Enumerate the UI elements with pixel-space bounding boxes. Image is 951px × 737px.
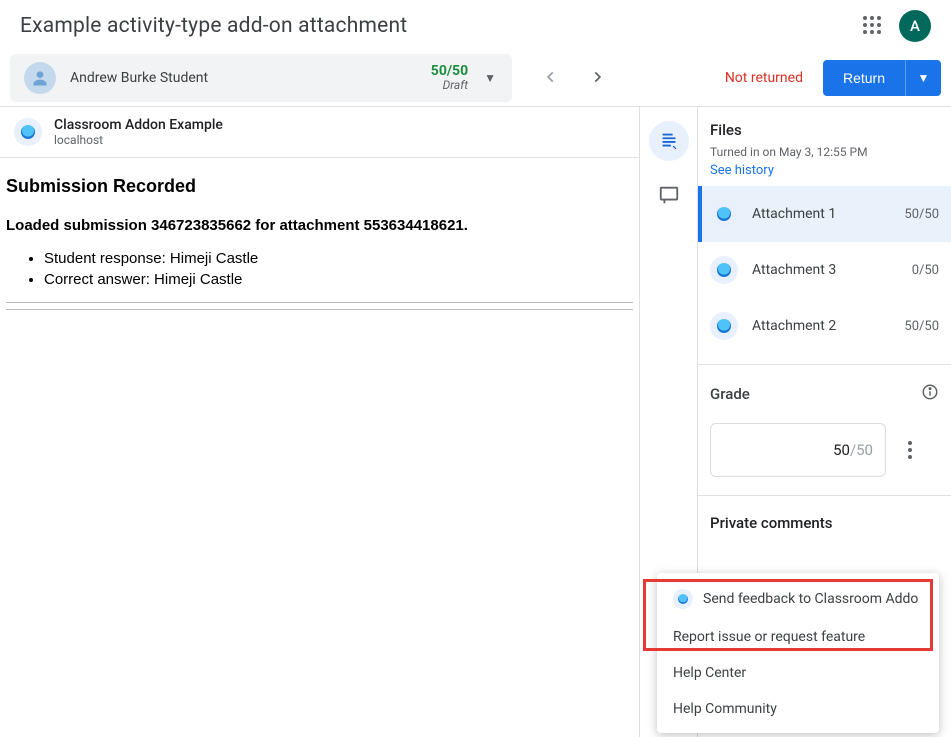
attachment-name: Attachment 2 — [752, 318, 890, 334]
student-selector[interactable]: Andrew Burke Student 50/50 Draft ▼ — [10, 54, 512, 102]
not-returned-label: Not returned — [725, 70, 803, 86]
attachment-score: 50/50 — [904, 207, 939, 222]
chevron-down-icon: ▼ — [478, 71, 502, 85]
divider — [6, 302, 633, 303]
prev-student-button[interactable] — [538, 63, 564, 94]
attachment-icon — [710, 200, 738, 228]
menu-help-community[interactable]: Help Community — [657, 691, 939, 727]
menu-help-center[interactable]: Help Center — [657, 655, 939, 691]
next-student-button[interactable] — [584, 63, 610, 94]
attachment-icon — [710, 312, 738, 340]
return-button[interactable]: Return — [823, 60, 905, 96]
student-response-line: Student response: Himeji Castle — [44, 250, 613, 267]
menu-report-issue-label: Report issue or request feature — [673, 629, 865, 645]
addon-host: localhost — [54, 133, 223, 147]
addon-icon — [14, 118, 42, 146]
attachment-row[interactable]: Attachment 2 50/50 — [698, 298, 951, 354]
submission-loaded-text: Loaded submission 346723835662 for attac… — [6, 217, 633, 234]
files-heading: Files — [710, 121, 939, 139]
submission-heading: Submission Recorded — [6, 176, 633, 197]
attachment-icon — [710, 256, 738, 284]
info-icon[interactable] — [921, 383, 939, 405]
comment-tab-icon[interactable] — [649, 175, 689, 215]
page-title: Example activity-type add-on attachment — [20, 14, 407, 38]
grade-heading: Grade — [710, 385, 750, 403]
attachment-row[interactable]: Attachment 1 50/50 — [698, 186, 951, 242]
menu-send-feedback-label: Send feedback to Classroom Addo — [703, 591, 918, 607]
grade-max: /50 — [850, 441, 873, 459]
menu-report-issue[interactable]: Report issue or request feature — [657, 619, 939, 655]
private-comments-heading: Private comments — [710, 514, 939, 532]
addon-icon — [673, 589, 693, 609]
apps-icon[interactable] — [863, 16, 883, 36]
return-dropdown-button[interactable]: ▼ — [905, 60, 941, 96]
student-avatar-icon — [24, 62, 56, 94]
see-history-link[interactable]: See history — [710, 163, 774, 178]
attachment-row[interactable]: Attachment 3 0/50 — [698, 242, 951, 298]
divider — [6, 309, 633, 310]
user-avatar[interactable]: A — [899, 10, 931, 42]
menu-help-community-label: Help Community — [673, 701, 777, 717]
attachment-name: Attachment 1 — [752, 206, 890, 222]
grade-input[interactable]: 50/50 — [710, 423, 886, 477]
attachment-name: Attachment 3 — [752, 262, 898, 278]
turned-in-text: Turned in on May 3, 12:55 PM — [710, 145, 939, 159]
files-tab-icon[interactable] — [649, 121, 689, 161]
student-score: 50/50 — [431, 64, 468, 79]
attachment-score: 50/50 — [904, 319, 939, 334]
addon-title: Classroom Addon Example — [54, 117, 223, 133]
student-name: Andrew Burke Student — [70, 70, 431, 86]
menu-send-feedback[interactable]: Send feedback to Classroom Addo — [657, 579, 939, 619]
attachment-score: 0/50 — [912, 263, 939, 278]
draft-label: Draft — [431, 79, 468, 92]
grade-value: 50 — [833, 441, 850, 459]
correct-answer-line: Correct answer: Himeji Castle — [44, 271, 613, 288]
menu-help-center-label: Help Center — [673, 665, 746, 681]
more-options-icon[interactable] — [900, 441, 920, 459]
context-menu: Send feedback to Classroom Addo Report i… — [657, 573, 939, 733]
